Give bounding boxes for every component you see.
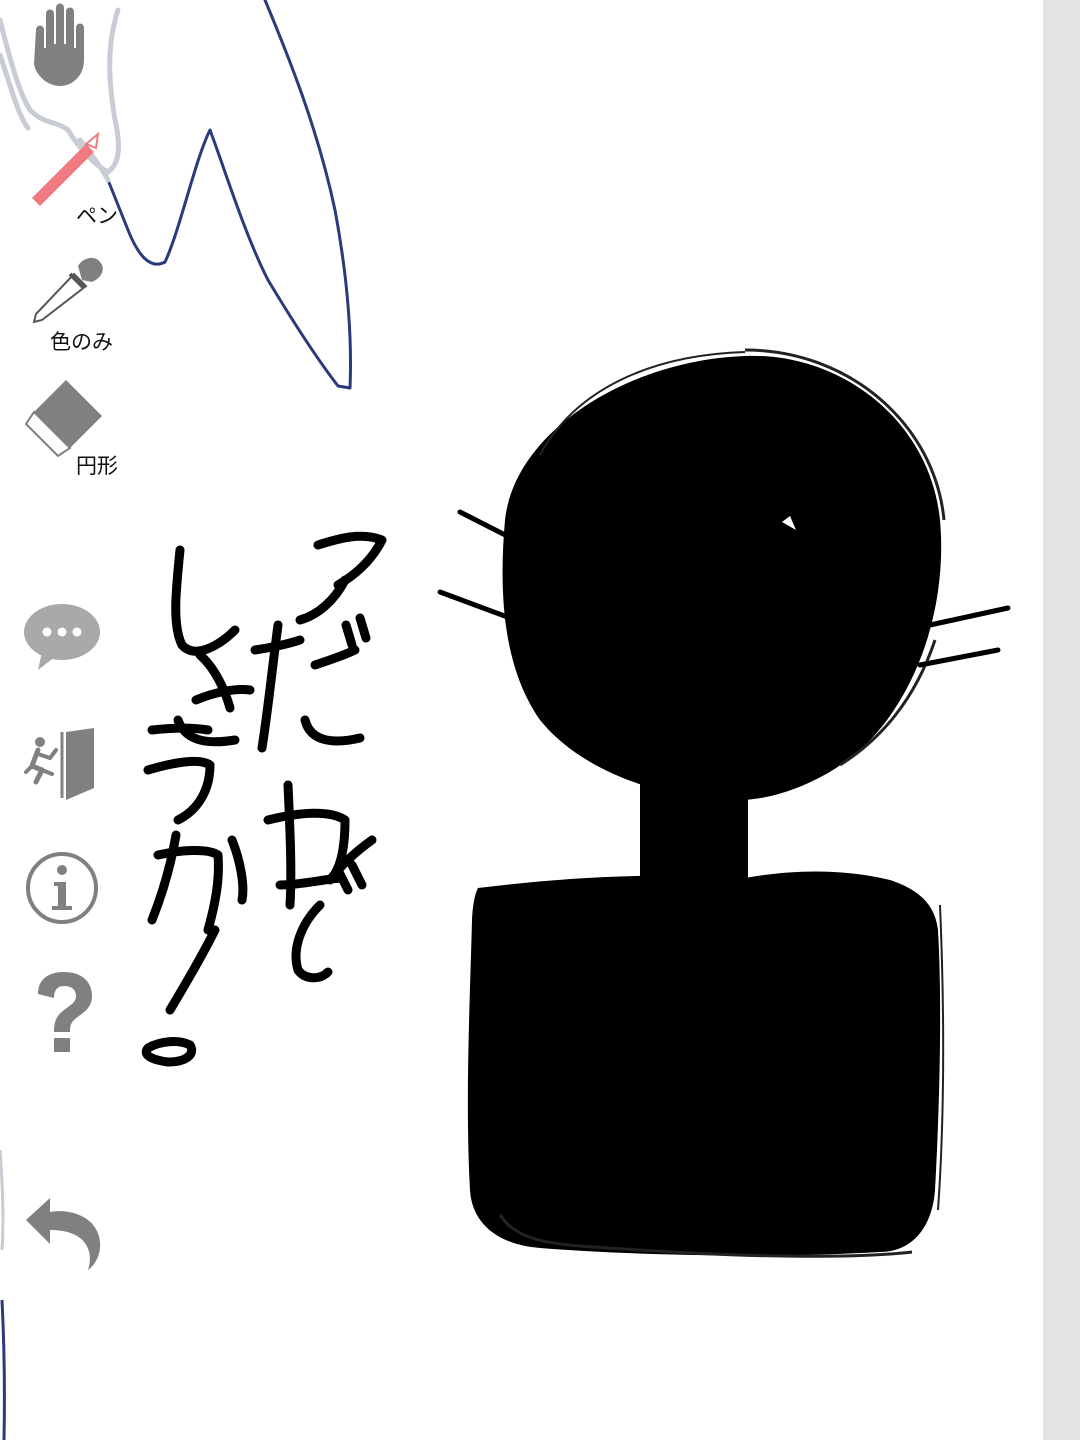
undo-icon	[26, 1198, 101, 1270]
canvas-scrollbar[interactable]	[1043, 0, 1080, 1440]
sketch-stroke-blue	[106, 0, 352, 390]
info-icon	[26, 852, 98, 924]
undo-button[interactable]	[20, 1190, 110, 1274]
eraser-icon	[24, 380, 102, 458]
hand-icon	[34, 3, 84, 86]
pen-tool-label: ペン	[76, 204, 118, 228]
canvas-artwork	[0, 0, 1011, 1440]
handwritten-text	[141, 531, 387, 1067]
exit-button[interactable]	[22, 724, 102, 804]
chat-button[interactable]	[22, 600, 106, 672]
pencil-icon	[32, 131, 100, 206]
eraser-tool-button[interactable]: 円形	[22, 378, 132, 478]
help-button[interactable]	[26, 970, 102, 1056]
silhouette-figure	[437, 348, 1011, 1258]
pen-tool-button[interactable]: ペン	[22, 128, 132, 228]
question-mark-icon	[38, 972, 92, 1052]
exit-door-icon	[24, 728, 94, 800]
drawing-canvas[interactable]	[0, 0, 1043, 1440]
edge-stroke-gray	[0, 1149, 5, 1251]
eraser-tool-label: 円形	[76, 454, 118, 478]
color-picker-tool-button[interactable]: 色のみ	[22, 252, 132, 354]
eyedropper-icon	[32, 257, 103, 324]
chat-bubble-icon	[24, 604, 100, 670]
pan-tool-button[interactable]	[22, 0, 108, 90]
edge-stroke-blue	[0, 1299, 6, 1440]
info-button[interactable]	[22, 850, 102, 930]
picker-tool-label: 色のみ	[50, 330, 113, 354]
